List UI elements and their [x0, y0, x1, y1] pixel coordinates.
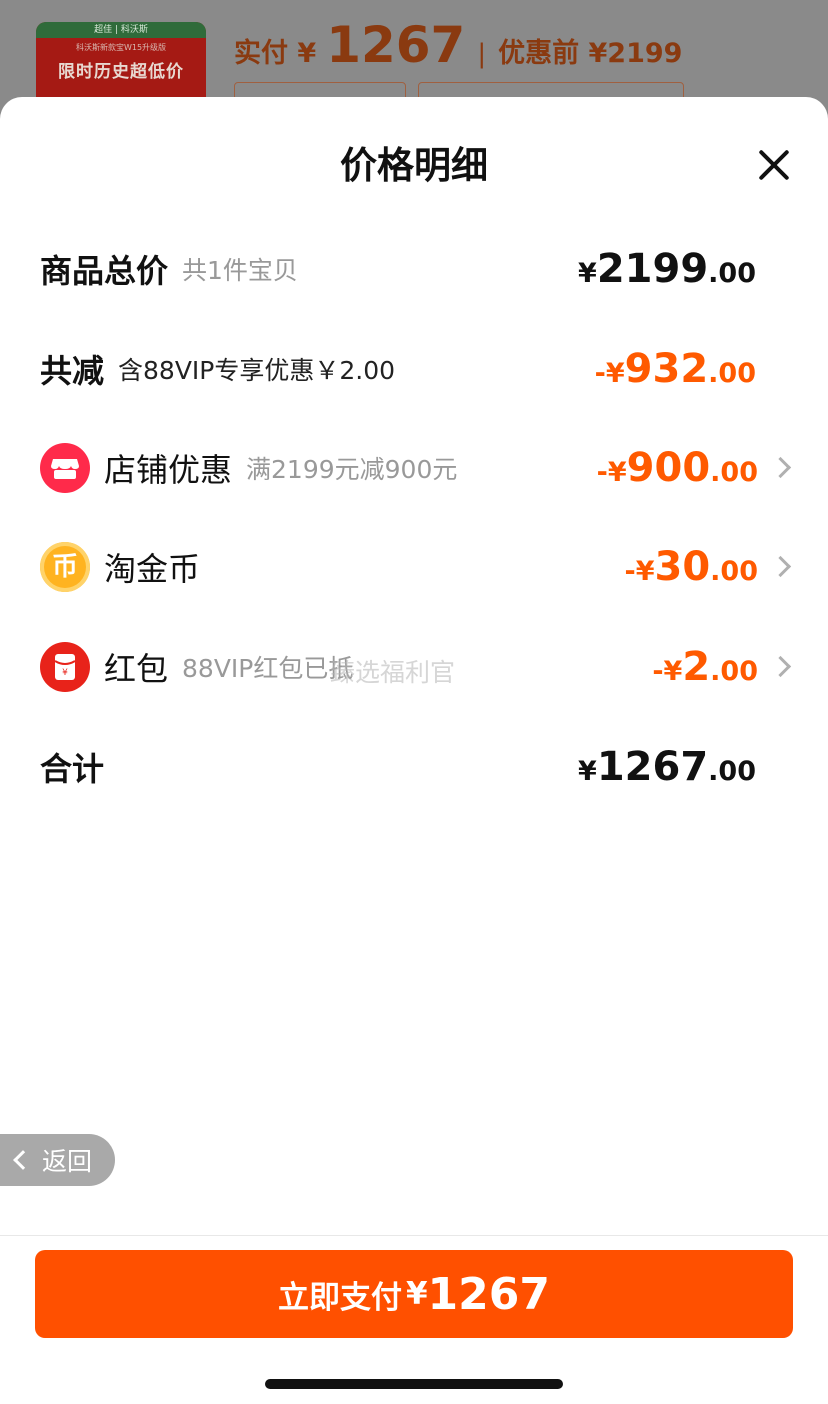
row-label: 合计	[40, 750, 105, 788]
row-total-price: 商品总价 共1件宝贝 ¥ 2199 .00	[40, 239, 792, 299]
chevron-right-icon[interactable]	[769, 456, 792, 479]
sheet-title: 价格明细	[340, 144, 488, 187]
row-sublabel: 88VIP红包已抵	[182, 654, 354, 683]
svg-text:¥: ¥	[62, 668, 68, 678]
row-label: 共减	[40, 352, 105, 390]
row-sublabel: 含88VIP专享优惠￥2.00	[118, 356, 396, 385]
watermark: 臻选福利官	[330, 658, 456, 687]
amount-integer: 932	[624, 346, 709, 392]
row-amount: -¥ 932 .00	[595, 346, 756, 392]
amount-integer: 2199	[596, 246, 709, 292]
chevron-left-icon	[13, 1150, 33, 1170]
row-total: 合计 ¥ 1267 .00	[40, 737, 792, 797]
back-button[interactable]: 返回	[0, 1134, 115, 1186]
row-amount: -¥ 2 .00	[652, 644, 758, 690]
amount-prefix: -¥	[596, 457, 627, 488]
price-separator: |	[477, 39, 487, 69]
home-indicator[interactable]	[265, 1379, 563, 1389]
chevron-right-icon[interactable]	[769, 655, 792, 678]
pay-now-button[interactable]: 立即支付 ¥ 1267	[35, 1250, 793, 1338]
amount-decimal: .00	[708, 358, 756, 389]
price-before-discount: 优惠前 ¥2199	[498, 38, 683, 69]
row-amount: ¥ 2199 .00	[578, 246, 756, 292]
store-icon	[40, 443, 90, 493]
row-total-discount: 共减 含88VIP专享优惠￥2.00 -¥ 932 .00	[40, 339, 792, 399]
chevron-right-icon[interactable]	[769, 555, 792, 578]
pay-amount: 1267	[427, 1268, 551, 1320]
amount-prefix: -¥	[594, 358, 625, 389]
row-label: 商品总价	[40, 252, 169, 290]
pay-currency: ¥	[405, 1276, 428, 1312]
thumbnail-subtitle: 科沃斯新款宝W15升级版	[75, 43, 167, 52]
coin-icon: 币	[40, 542, 90, 592]
amount-decimal: .00	[710, 457, 758, 488]
row-amount: -¥ 30 .00	[624, 544, 758, 590]
amount-decimal: .00	[710, 556, 758, 587]
amount-integer: 900	[626, 445, 711, 491]
amount-prefix: ¥	[578, 756, 597, 787]
paid-label: 实付 ¥	[234, 38, 317, 69]
pay-label: 立即支付	[277, 1279, 402, 1316]
thumbnail-header: 超佳 | 科沃斯	[36, 22, 206, 38]
row-label: 红包	[104, 650, 169, 688]
row-store-discount[interactable]: 店铺优惠 满2199元减900元 -¥ 900 .00	[40, 438, 792, 498]
row-sublabel: 共1件宝贝	[182, 256, 298, 285]
row-label: 店铺优惠	[104, 451, 233, 489]
amount-prefix: ¥	[578, 258, 597, 289]
row-label: 淘金币	[104, 550, 201, 588]
row-amount: ¥ 1267 .00	[578, 744, 756, 790]
background-price-line: 实付 ¥ 1267 | 优惠前 ¥2199	[234, 16, 682, 74]
thumbnail-title: 限时历史超低价	[58, 62, 184, 82]
close-icon[interactable]	[756, 147, 792, 183]
row-sublabel: 满2199元减900元	[246, 455, 458, 484]
row-amount: -¥ 900 .00	[597, 445, 758, 491]
row-taojinbi[interactable]: 币 淘金币 -¥ 30 .00	[40, 537, 792, 597]
divider	[0, 1235, 828, 1236]
red-packet-icon: ¥	[40, 642, 90, 692]
amount-prefix: -¥	[624, 556, 655, 587]
paid-value: 1267	[326, 16, 466, 74]
amount-decimal: .00	[710, 656, 758, 687]
amount-decimal: .00	[708, 756, 756, 787]
amount-integer: 30	[654, 544, 711, 590]
back-label: 返回	[42, 1147, 93, 1176]
amount-integer: 2	[682, 644, 711, 690]
price-detail-sheet: 价格明细 商品总价 共1件宝贝 ¥ 2199 .00 共减 含88VIP专享优惠…	[0, 97, 828, 1404]
amount-prefix: -¥	[652, 656, 683, 687]
amount-decimal: .00	[708, 258, 756, 289]
amount-integer: 1267	[596, 744, 709, 790]
